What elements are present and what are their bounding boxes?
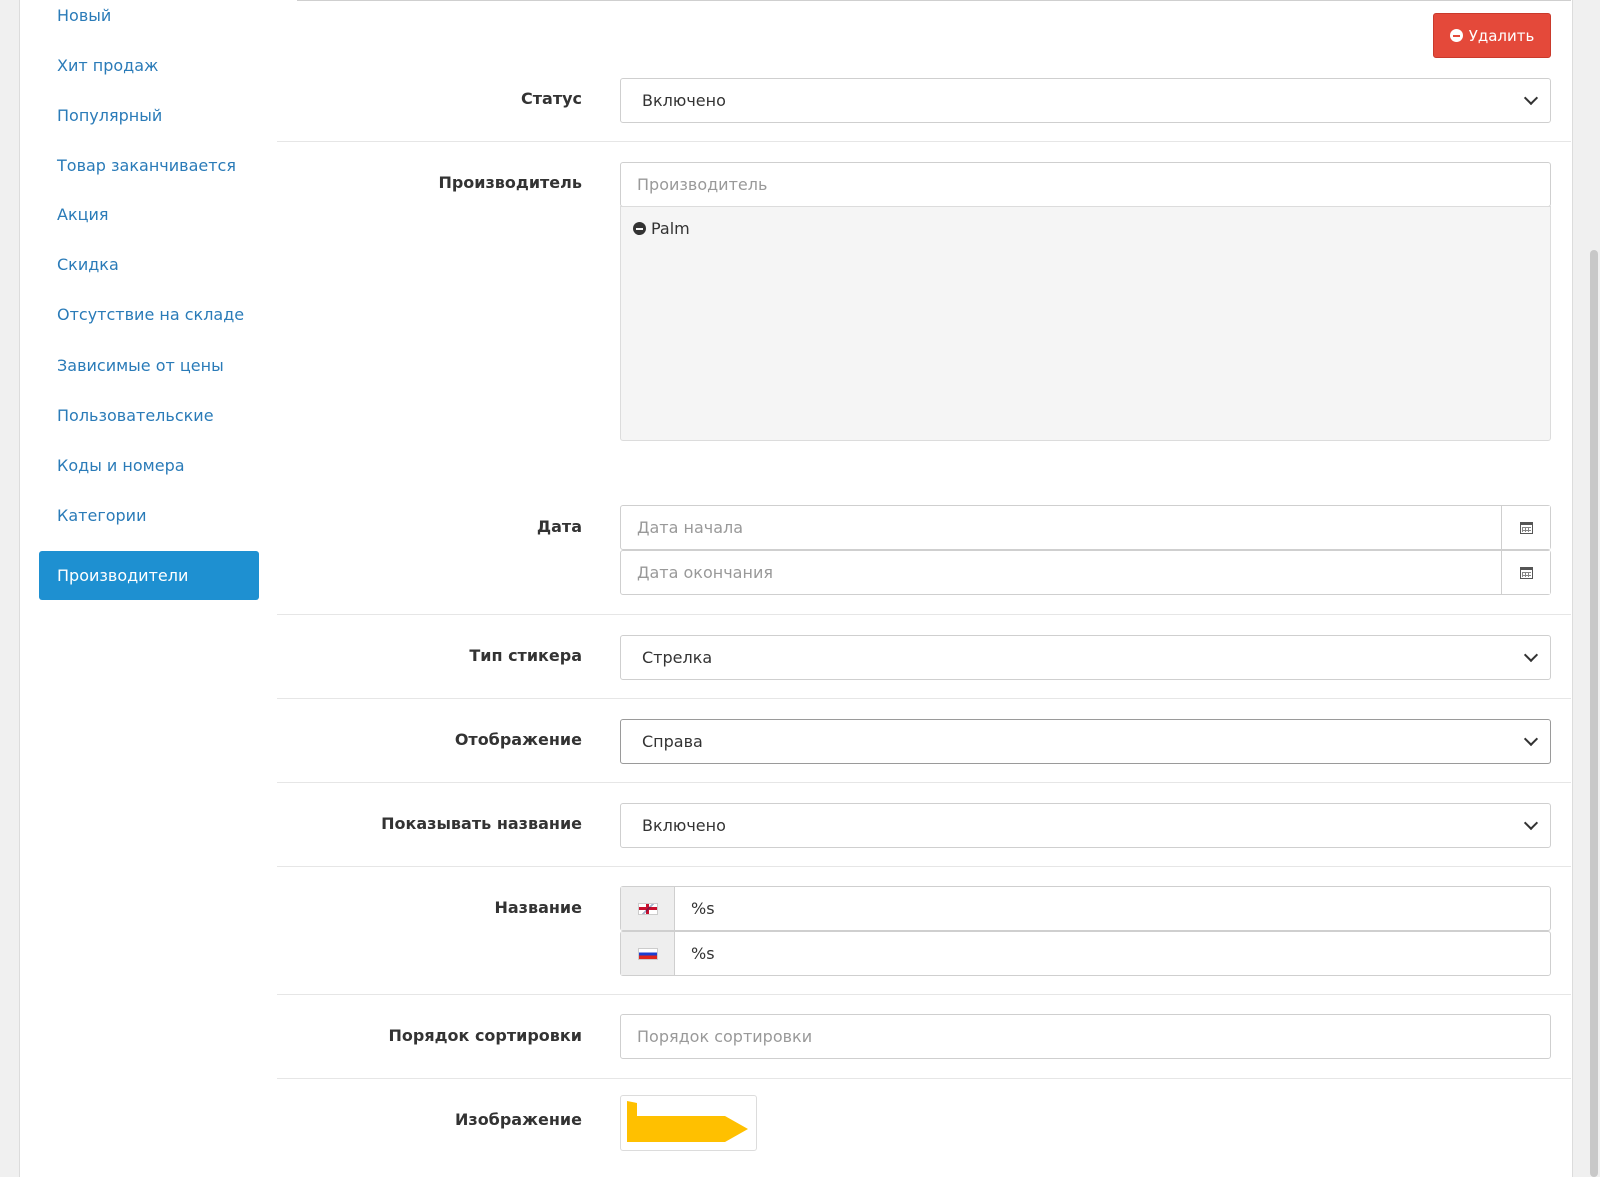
scrollbar-thumb[interactable]	[1590, 250, 1598, 1177]
sidebar-item-new[interactable]: Новый	[39, 0, 259, 40]
date-start-placeholder: Дата начала	[637, 518, 744, 537]
display-select[interactable]: Справа	[620, 719, 1551, 764]
list-item: Palm	[633, 219, 690, 238]
date-start-picker-button[interactable]	[1501, 506, 1550, 549]
language-en-addon	[621, 887, 675, 930]
flag-en-icon	[637, 902, 658, 915]
divider	[277, 866, 1571, 867]
sidebar-item-bestseller[interactable]: Хит продаж	[39, 41, 259, 90]
calendar-icon	[1519, 521, 1533, 534]
chevron-down-icon	[1523, 731, 1539, 747]
sort-order-input[interactable]: Порядок сортировки	[620, 1014, 1551, 1059]
divider	[277, 141, 1571, 142]
sidebar-item-low-stock[interactable]: Товар заканчивается	[39, 141, 259, 190]
name-input-en[interactable]: %s	[620, 886, 1551, 931]
divider	[277, 994, 1571, 995]
status-value: Включено	[642, 91, 726, 110]
show-name-select[interactable]: Включено	[620, 803, 1551, 848]
sticker-type-label: Тип стикера	[469, 646, 582, 665]
display-value: Справа	[642, 732, 703, 751]
date-end-input[interactable]: Дата окончания	[620, 550, 1551, 595]
date-start-input[interactable]: Дата начала	[620, 505, 1551, 550]
chevron-down-icon	[1523, 647, 1539, 663]
sidebar-item-popular[interactable]: Популярный	[39, 91, 259, 140]
date-end-placeholder: Дата окончания	[637, 563, 773, 582]
image-label: Изображение	[455, 1110, 582, 1129]
delete-button[interactable]: Удалить	[1433, 13, 1551, 58]
remove-circle-icon[interactable]	[633, 222, 646, 235]
delete-button-label: Удалить	[1468, 26, 1535, 45]
manufacturer-item-label: Palm	[651, 219, 690, 238]
minus-circle-icon	[1449, 29, 1463, 42]
sticker-arrow-icon	[627, 1101, 748, 1142]
sidebar-item-promo[interactable]: Акция	[39, 190, 259, 239]
date-end-picker-button[interactable]	[1501, 551, 1550, 594]
status-label: Статус	[521, 89, 582, 108]
manufacturer-label: Производитель	[438, 173, 582, 192]
status-select[interactable]: Включено	[620, 78, 1551, 123]
sidebar-item-categories[interactable]: Категории	[39, 491, 259, 540]
sort-order-placeholder: Порядок сортировки	[637, 1027, 813, 1046]
manufacturer-input[interactable]: Производитель	[620, 162, 1551, 207]
sidebar-item-codes[interactable]: Коды и номера	[39, 441, 259, 490]
divider	[277, 698, 1571, 699]
divider	[277, 1078, 1571, 1079]
sort-order-label: Порядок сортировки	[388, 1026, 582, 1045]
divider	[277, 614, 1571, 615]
name-input-ru[interactable]: %s	[620, 931, 1551, 976]
name-ru-value: %s	[691, 944, 715, 963]
language-ru-addon	[621, 932, 675, 975]
sidebar-item-out-of-stock[interactable]: Отсутствие на складе	[39, 290, 259, 339]
show-name-value: Включено	[642, 816, 726, 835]
show-name-label: Показывать название	[381, 814, 582, 833]
chevron-down-icon	[1523, 815, 1539, 831]
display-label: Отображение	[454, 730, 582, 749]
sticker-arrow-shape	[627, 1101, 748, 1142]
date-label: Дата	[536, 517, 582, 536]
divider	[277, 782, 1571, 783]
sidebar-item-price-dependent[interactable]: Зависимые от цены	[39, 341, 259, 390]
top-border	[297, 0, 1571, 1]
chevron-down-icon	[1523, 90, 1539, 106]
flag-ru-icon	[637, 947, 658, 960]
calendar-icon	[1519, 566, 1533, 579]
sidebar-item-discount[interactable]: Скидка	[39, 240, 259, 289]
manufacturer-selected-list: Palm	[620, 206, 1551, 441]
manufacturer-placeholder: Производитель	[637, 175, 768, 194]
sticker-type-select[interactable]: Стрелка	[620, 635, 1551, 680]
sticker-image[interactable]	[620, 1095, 757, 1151]
name-en-value: %s	[691, 899, 715, 918]
name-label: Название	[494, 898, 582, 917]
sidebar-item-custom[interactable]: Пользовательские	[39, 391, 259, 440]
sticker-type-value: Стрелка	[642, 648, 713, 667]
sidebar-item-manufacturers[interactable]: Производители	[39, 551, 259, 600]
